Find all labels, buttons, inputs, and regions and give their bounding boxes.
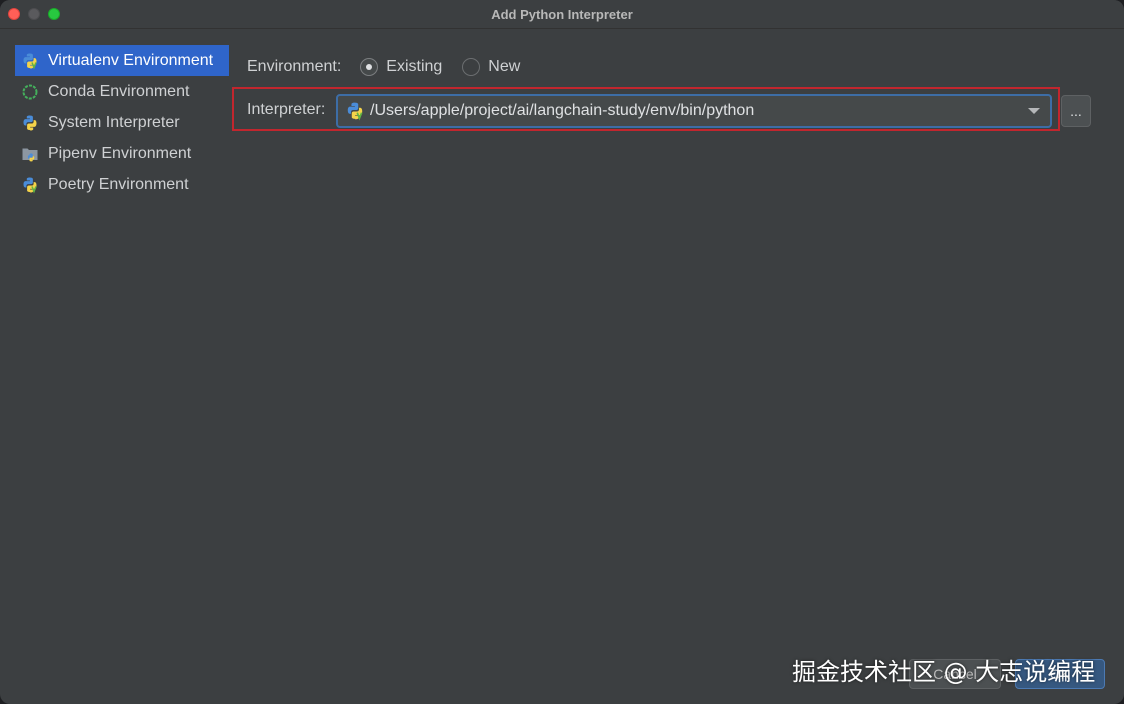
sidebar-item-label: Pipenv Environment	[48, 144, 192, 162]
environment-type-sidebar: Virtualenv Environment Conda Environment…	[15, 45, 229, 200]
sidebar-item-system-interpreter[interactable]: System Interpreter	[15, 107, 229, 138]
sidebar-item-poetry[interactable]: Poetry Environment	[15, 169, 229, 200]
radio-existing-label: Existing	[386, 58, 443, 75]
radio-new-button[interactable]	[462, 58, 481, 76]
radio-new[interactable]: New	[462, 58, 520, 76]
environment-row: Environment: Existing New	[247, 58, 520, 76]
chevron-down-icon[interactable]	[1028, 108, 1040, 114]
radio-existing[interactable]: Existing	[360, 58, 442, 76]
sidebar-item-label: System Interpreter	[48, 113, 180, 131]
python-poetry-icon	[20, 175, 40, 195]
interpreter-label: Interpreter:	[247, 101, 326, 118]
sidebar-item-conda[interactable]: Conda Environment	[15, 76, 229, 107]
environment-label: Environment:	[247, 58, 342, 75]
interpreter-path-value: /Users/apple/project/ai/langchain-study/…	[370, 102, 755, 119]
sidebar-item-label: Virtualenv Environment	[48, 51, 214, 69]
sidebar-item-pipenv[interactable]: Pipenv Environment	[15, 138, 229, 169]
radio-existing-button[interactable]	[360, 58, 379, 76]
browse-button[interactable]: ...	[1061, 95, 1091, 127]
interpreter-select[interactable]: /Users/apple/project/ai/langchain-study/…	[336, 94, 1052, 128]
sidebar-item-label: Poetry Environment	[48, 175, 189, 193]
conda-icon	[20, 82, 40, 102]
python-virtualenv-icon	[345, 101, 365, 121]
sidebar-item-label: Conda Environment	[48, 82, 190, 100]
window-title: Add Python Interpreter	[491, 7, 633, 22]
title-bar[interactable]: Add Python Interpreter	[0, 0, 1124, 29]
ok-button[interactable]: OK	[1015, 659, 1105, 689]
cancel-button[interactable]: Cancel	[909, 659, 1001, 689]
python-virtualenv-icon	[20, 51, 40, 71]
radio-new-label: New	[488, 58, 521, 75]
sidebar-item-virtualenv[interactable]: Virtualenv Environment	[15, 45, 229, 76]
add-python-interpreter-dialog: Add Python Interpreter Virtualenv Enviro…	[0, 0, 1124, 704]
python-icon	[20, 113, 40, 133]
pipenv-folder-icon	[20, 144, 40, 164]
